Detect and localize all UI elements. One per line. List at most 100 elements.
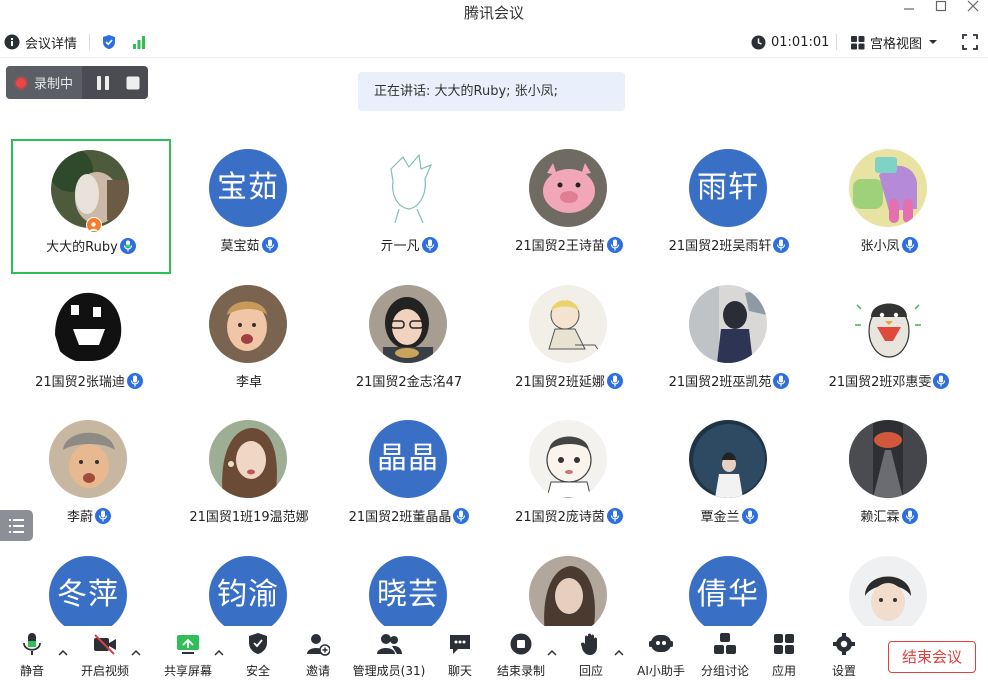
avatar: 晶晶: [369, 420, 447, 498]
close-button[interactable]: [958, 0, 988, 20]
chevron-up-icon[interactable]: [131, 648, 141, 656]
avatar: [689, 285, 767, 363]
participant-tile[interactable]: 亓一凡: [329, 139, 489, 274]
microphone-icon: [901, 507, 918, 524]
share-screen-button[interactable]: 共享屏幕: [160, 632, 216, 678]
meeting-details-label: 会议详情: [25, 36, 78, 52]
security-button[interactable]: 安全: [240, 632, 276, 678]
participant-tile[interactable]: 覃金兰: [649, 410, 809, 545]
microphone-icon: [901, 236, 918, 253]
avatar: 钧渝: [209, 556, 287, 634]
participant-tile[interactable]: 21国贸2张瑞迪: [9, 275, 169, 410]
recording-status: 录制中: [6, 66, 82, 99]
network-status-button[interactable]: [131, 32, 147, 52]
gear-icon: [833, 633, 855, 655]
participant-tile[interactable]: 21国贸2庞诗茵: [489, 410, 649, 545]
ai-assistant-icon: [649, 635, 673, 652]
react-label: 回应: [578, 664, 603, 678]
recording-dot-icon: [16, 77, 26, 88]
chat-button[interactable]: 聊天: [442, 632, 478, 678]
minimize-button[interactable]: [894, 0, 924, 20]
member-list-toggle[interactable]: [0, 510, 33, 541]
host-icon: [86, 217, 102, 233]
invite-label: 邀请: [305, 664, 330, 678]
participant-tile[interactable]: 21国贸1班19温范娜: [169, 410, 329, 545]
participant-tile[interactable]: 李蔚: [9, 410, 169, 545]
stop-icon: [126, 76, 140, 90]
meeting-details-button[interactable]: 会议详情: [4, 32, 77, 52]
chevron-up-icon[interactable]: [614, 648, 624, 656]
video-button[interactable]: 开启视频: [78, 632, 132, 678]
apps-button[interactable]: 应用: [766, 632, 802, 678]
chevron-up-icon[interactable]: [547, 648, 557, 656]
pause-icon: [97, 76, 109, 90]
ai-assistant-button[interactable]: AI小助手: [636, 632, 686, 678]
maximize-icon: [935, 0, 947, 12]
avatar: [529, 420, 607, 498]
invite-button[interactable]: 邀请: [300, 632, 336, 678]
microphone-icon: [119, 237, 136, 254]
avatar: [849, 285, 927, 363]
mute-label: 静音: [19, 664, 44, 678]
view-mode-dropdown[interactable]: 宫格视图: [850, 32, 938, 52]
participant-tile[interactable]: 大大的Ruby: [11, 139, 171, 274]
add-user-icon: [307, 634, 330, 656]
stop-recording-toolbar-button[interactable]: 结束录制: [494, 632, 548, 678]
speaking-indicator: 正在讲话: 大大的Ruby; 张小凤;: [358, 72, 625, 111]
shield-icon: [103, 35, 115, 49]
avatar: [529, 556, 607, 634]
share-screen-label: 共享屏幕: [163, 664, 212, 678]
react-button[interactable]: 回应: [573, 632, 609, 678]
participant-name: 21国贸1班19温范娜: [189, 510, 309, 525]
pause-recording-button[interactable]: [94, 74, 112, 92]
participant-tile[interactable]: 赖汇霖: [809, 410, 969, 545]
participant-tile[interactable]: 雨轩 21国贸2班吴雨轩: [649, 139, 809, 274]
participant-tile[interactable]: 21国贸2班巫凯苑: [649, 275, 809, 410]
close-icon: [967, 0, 979, 12]
avatar: 宝茹: [209, 149, 287, 227]
breakout-rooms-button[interactable]: 分组讨论: [698, 632, 752, 678]
chevron-up-icon[interactable]: [214, 648, 224, 656]
fullscreen-button[interactable]: [962, 32, 978, 52]
signal-icon: [133, 36, 145, 49]
security-label: 安全: [245, 664, 270, 678]
participant-tile[interactable]: 张小凤: [809, 139, 969, 274]
participant-name: 21国贸2班邓惠雯: [809, 371, 969, 390]
microphone-icon: [126, 372, 143, 389]
participant-tile[interactable]: 晶晶 21国贸2班董晶晶: [329, 410, 489, 545]
avatar: [849, 420, 927, 498]
participant-tile[interactable]: 李卓: [169, 275, 329, 410]
breakout-icon: [714, 633, 736, 654]
participant-tile[interactable]: 21国贸2王诗苗: [489, 139, 649, 274]
share-screen-icon: [177, 635, 199, 654]
apps-label: 应用: [771, 664, 796, 678]
participant-name: 李卓: [235, 375, 262, 390]
participant-tile[interactable]: 21国贸2金志洺47: [329, 275, 489, 410]
participant-name: 21国贸2王诗苗: [489, 235, 649, 254]
manage-members-button[interactable]: 管理成员(31): [350, 632, 428, 678]
avatar: [849, 149, 927, 227]
video-off-icon: [94, 634, 116, 655]
avatar: 晓芸: [369, 556, 447, 634]
mute-button[interactable]: 静音: [12, 632, 52, 678]
participant-name: 赖汇霖: [809, 506, 969, 525]
stop-recording-button[interactable]: [124, 74, 142, 92]
avatar: 雨轩: [689, 149, 767, 227]
maximize-button[interactable]: [926, 0, 956, 20]
timer-text: 01:01:01: [771, 34, 830, 50]
avatar: [689, 420, 767, 498]
chevron-up-icon[interactable]: [58, 648, 68, 656]
stop-record-icon: [510, 633, 532, 655]
participant-tile[interactable]: 21国贸2班邓惠雯: [809, 275, 969, 410]
participant-tile[interactable]: 21国贸2班延娜: [489, 275, 649, 410]
microphone-icon: [933, 372, 950, 389]
apps-icon: [774, 634, 794, 654]
participant-name: 莫宝茹: [169, 235, 329, 254]
participant-tile[interactable]: 宝茹 莫宝茹: [169, 139, 329, 274]
recording-panel: 录制中: [6, 66, 148, 99]
security-status-button[interactable]: [101, 32, 117, 52]
settings-button[interactable]: 设置: [826, 632, 862, 678]
microphone-icon: [606, 372, 623, 389]
end-meeting-button[interactable]: 结束会议: [888, 641, 976, 673]
title-bar: 腾讯会议: [0, 0, 988, 24]
